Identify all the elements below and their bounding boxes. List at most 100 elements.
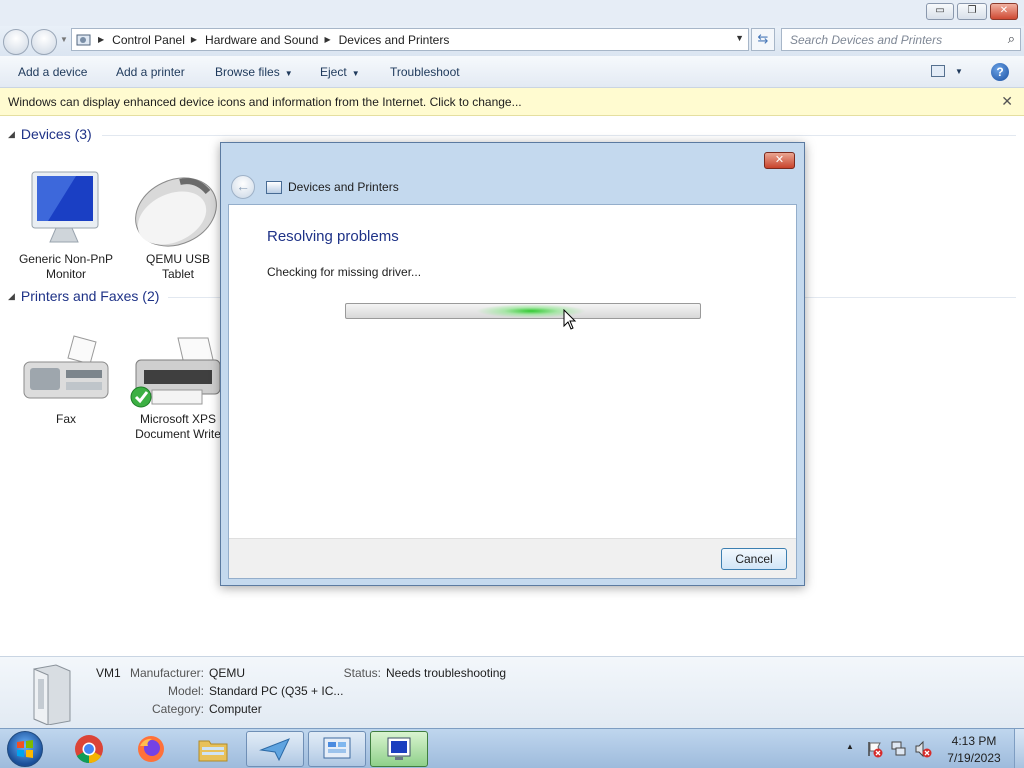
taskbar-control-panel[interactable]: [308, 731, 366, 767]
network-icon[interactable]: [890, 740, 908, 758]
devices-printers-icon: [266, 181, 282, 194]
breadcrumb-hardware-and-sound[interactable]: Hardware and Sound: [205, 33, 318, 47]
collapse-arrow-icon[interactable]: ◢: [8, 129, 15, 140]
browse-files-label: Browse files: [215, 65, 280, 79]
search-placeholder: Search Devices and Printers: [790, 33, 943, 47]
fax-icon: [23, 335, 109, 399]
dialog-back-button[interactable]: ←: [231, 175, 255, 199]
breadcrumb-separator[interactable]: ▶: [191, 35, 197, 44]
address-dropdown[interactable]: ▼: [735, 33, 744, 43]
eject-button[interactable]: Eject ▼: [320, 65, 360, 79]
command-toolbar: Add a device Add a printer Browse files ▼…: [0, 56, 1024, 88]
device-xps-writer[interactable]: Microsoft XPS Document Write: [128, 334, 228, 442]
dialog-status-text: Checking for missing driver...: [267, 265, 422, 279]
device-label-line2: Monitor: [45, 267, 86, 281]
show-hidden-icons-button[interactable]: ▲: [846, 742, 854, 751]
manufacturer-value: QEMU: [209, 666, 245, 680]
dialog-content: Resolving problems Checking for missing …: [228, 204, 797, 579]
paper-plane-icon: [259, 738, 290, 762]
navigation-bar: ▼ ▶ Control Panel ▶ Hardware and Sound ▶…: [0, 26, 1024, 56]
dialog-title: Devices and Printers: [288, 180, 399, 194]
eject-label: Eject: [320, 65, 347, 79]
change-view-icon[interactable]: [931, 65, 945, 77]
details-pane: VM1 Manufacturer: QEMU Model: Standard P…: [0, 656, 1024, 728]
taskbar-firefox[interactable]: [122, 731, 180, 767]
info-bar-text[interactable]: Windows can display enhanced device icon…: [8, 95, 522, 109]
monitor-icon: [31, 171, 99, 243]
mouse-cursor-icon: [563, 309, 577, 330]
troubleshoot-button[interactable]: Troubleshoot: [390, 65, 460, 79]
dialog-footer: Cancel: [229, 538, 796, 578]
device-name: VM1: [96, 666, 121, 680]
clock-time[interactable]: 4:13 PM: [946, 734, 1002, 748]
view-options-dropdown[interactable]: ▼: [955, 67, 963, 76]
printer-icon: [130, 337, 221, 408]
window-titlebar: ▭ ❐ ✕: [0, 0, 1024, 26]
breadcrumb-control-panel[interactable]: Control Panel: [112, 33, 185, 47]
devices-group-header[interactable]: ◢ Devices (3): [8, 126, 92, 142]
category-value: Computer: [209, 702, 262, 716]
show-desktop-button[interactable]: [1014, 729, 1024, 768]
device-label-line2: Document Write: [135, 427, 221, 441]
printers-group-title: Printers and Faxes (2): [20, 288, 160, 304]
refresh-button[interactable]: ⇆: [751, 28, 775, 51]
breadcrumb-separator[interactable]: ▶: [98, 35, 104, 44]
model-value: Standard PC (Q35 + IC...: [209, 684, 344, 698]
search-icon[interactable]: ⌕: [1008, 31, 1015, 47]
device-usb-tablet[interactable]: QEMU USB Tablet: [128, 170, 228, 282]
help-icon[interactable]: ?: [991, 63, 1009, 81]
taskbar-devices-printers[interactable]: [370, 731, 428, 767]
device-fax[interactable]: Fax: [16, 334, 116, 427]
device-label: QEMU USB: [145, 252, 210, 266]
progress-bar: [345, 303, 701, 319]
taskbar-explorer[interactable]: [184, 731, 242, 767]
add-printer-button[interactable]: Add a printer: [116, 65, 185, 79]
device-label: Fax: [55, 412, 76, 426]
search-input[interactable]: Search Devices and Printers ⌕: [781, 28, 1021, 51]
device-label-line2: Tablet: [161, 267, 195, 281]
cancel-button[interactable]: Cancel: [721, 548, 787, 570]
devices-group-title: Devices (3): [20, 126, 92, 142]
device-label: Microsoft XPS: [139, 412, 217, 426]
printers-group-header[interactable]: ◢ Printers and Faxes (2): [8, 288, 159, 304]
clock-date[interactable]: 7/19/2023: [942, 751, 1006, 765]
folder-icon: [198, 740, 228, 762]
restore-button[interactable]: ❐: [957, 3, 987, 20]
mouse-icon: [135, 177, 217, 247]
device-label: Generic Non-PnP: [18, 252, 114, 266]
device-monitor[interactable]: Generic Non-PnP Monitor: [16, 170, 116, 282]
start-button[interactable]: [7, 731, 43, 767]
forward-button[interactable]: [31, 29, 57, 55]
info-bar-close-icon[interactable]: ✕: [1001, 93, 1013, 110]
chevron-down-icon: ▼: [284, 69, 293, 78]
windows-logo-icon: [17, 740, 33, 758]
recent-pages-dropdown[interactable]: ▼: [60, 35, 68, 44]
window-close-button[interactable]: ✕: [990, 3, 1018, 20]
browse-files-button[interactable]: Browse files ▼: [215, 65, 293, 79]
address-bar[interactable]: ▶ Control Panel ▶ Hardware and Sound ▶ D…: [71, 28, 749, 51]
manufacturer-label: Manufacturer:: [129, 666, 204, 680]
breadcrumb-separator[interactable]: ▶: [324, 35, 330, 44]
devices-printers-icon: [387, 737, 411, 760]
add-device-button[interactable]: Add a device: [18, 65, 87, 79]
collapse-arrow-icon[interactable]: ◢: [8, 291, 15, 302]
chrome-icon: [75, 735, 103, 763]
control-panel-icon: [76, 34, 91, 45]
category-label: Category:: [151, 702, 204, 716]
back-button[interactable]: [3, 29, 29, 55]
taskbar-app-arrow[interactable]: [246, 731, 304, 767]
volume-muted-icon[interactable]: [914, 740, 932, 758]
info-bar[interactable]: Windows can display enhanced device icon…: [0, 88, 1024, 116]
taskbar: ▲ 4:13 PM 7/19/2023: [0, 728, 1024, 768]
computer-tower-icon: [33, 664, 71, 725]
system-tray: ▲ 4:13 PM 7/19/2023: [842, 729, 1024, 768]
dialog-heading: Resolving problems: [267, 228, 399, 245]
breadcrumb-devices-and-printers[interactable]: Devices and Printers: [339, 33, 450, 47]
dialog-close-button[interactable]: ✕: [764, 152, 795, 169]
minimize-button[interactable]: ▭: [926, 3, 954, 20]
action-center-icon[interactable]: [866, 740, 884, 758]
firefox-icon: [138, 736, 164, 762]
taskbar-chrome[interactable]: [60, 731, 118, 767]
refresh-icon: ⇆: [757, 31, 769, 46]
status-value: Needs troubleshooting: [386, 666, 507, 680]
